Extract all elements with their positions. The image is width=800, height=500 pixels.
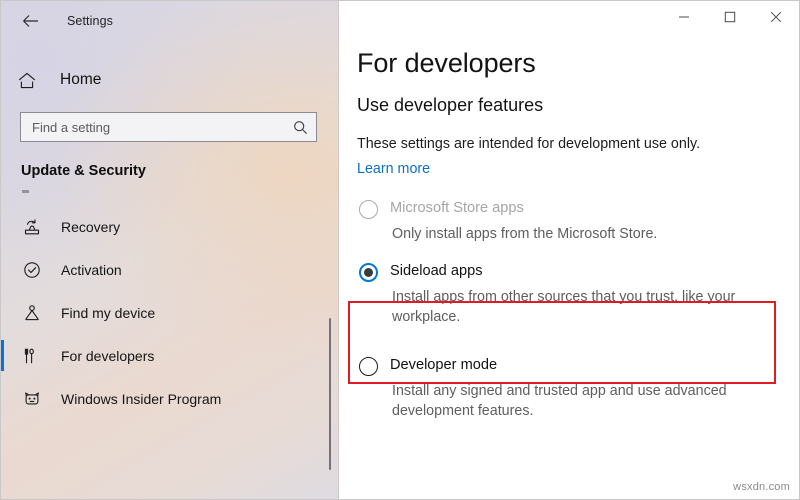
sidebar-item-label: Windows Insider Program (61, 390, 222, 407)
developer-features-radio-group: Microsoft Store apps Only install apps f… (357, 199, 799, 421)
option-label: Microsoft Store apps (390, 199, 524, 216)
home-label: Home (60, 71, 102, 88)
sidebar-item-windows-insider-program[interactable]: Windows Insider Program (1, 377, 339, 420)
sidebar-item-label: Recovery (61, 218, 121, 235)
back-arrow-icon[interactable] (15, 8, 45, 34)
sidebar-item-activation[interactable]: Activation (1, 248, 339, 291)
option-description: Install apps from other sources that you… (392, 288, 736, 325)
option-description: Install any signed and trusted app and u… (392, 382, 727, 419)
radio-developer-mode[interactable] (359, 356, 378, 376)
sidebar-scrollbar[interactable] (329, 318, 331, 470)
developer-tools-icon (21, 347, 43, 365)
recovery-icon (21, 218, 43, 236)
sidebar: Settings Home Update & Security (1, 1, 339, 499)
section-subtitle: Use developer features (357, 94, 544, 115)
window-controls (661, 1, 799, 33)
intro-text: These settings are intended for developm… (357, 135, 701, 152)
app-title: Settings (67, 14, 113, 28)
option-label: Sideload apps (390, 262, 483, 279)
find-device-icon (21, 304, 43, 322)
sidebar-item-find-my-device[interactable]: Find my device (1, 291, 339, 334)
radio-sideload-apps[interactable] (359, 262, 378, 282)
sidebar-item-label: Find my device (61, 304, 156, 321)
check-circle-icon (21, 261, 43, 279)
close-icon[interactable] (753, 1, 799, 33)
sidebar-item-label: For developers (61, 347, 155, 364)
sidebar-item-for-developers[interactable]: For developers (1, 334, 339, 377)
ninjacat-icon (21, 390, 43, 408)
sidebar-nav-list: Recovery Activation Find my device For d… (1, 205, 339, 420)
search-box[interactable] (20, 112, 317, 142)
option-sideload-apps[interactable]: Sideload apps Install apps from other so… (357, 262, 799, 327)
search-input[interactable] (32, 119, 293, 135)
learn-more-link[interactable]: Learn more (357, 161, 430, 177)
page-title: For developers (357, 48, 536, 78)
option-description: Only install apps from the Microsoft Sto… (392, 225, 658, 242)
main-content: For developers Use developer features Th… (339, 1, 799, 499)
sidebar-collapsed-marker (22, 190, 29, 193)
sidebar-item-home[interactable]: Home (1, 63, 339, 97)
sidebar-titlebar: Settings (1, 1, 339, 41)
sidebar-item-recovery[interactable]: Recovery (1, 205, 339, 248)
option-microsoft-store-apps[interactable]: Microsoft Store apps Only install apps f… (357, 199, 799, 244)
watermark: wsxdn.com (733, 481, 790, 493)
settings-window: Settings Home Update & Security (0, 0, 800, 500)
maximize-icon[interactable] (707, 1, 753, 33)
home-icon (18, 72, 42, 89)
option-developer-mode[interactable]: Developer mode Install any signed and tr… (357, 356, 799, 421)
radio-microsoft-store-apps[interactable] (359, 199, 378, 219)
option-label: Developer mode (390, 356, 498, 373)
search-icon[interactable] (293, 120, 308, 135)
minimize-icon[interactable] (661, 1, 707, 33)
sidebar-section-title: Update & Security (21, 163, 146, 179)
sidebar-item-label: Activation (61, 261, 122, 278)
